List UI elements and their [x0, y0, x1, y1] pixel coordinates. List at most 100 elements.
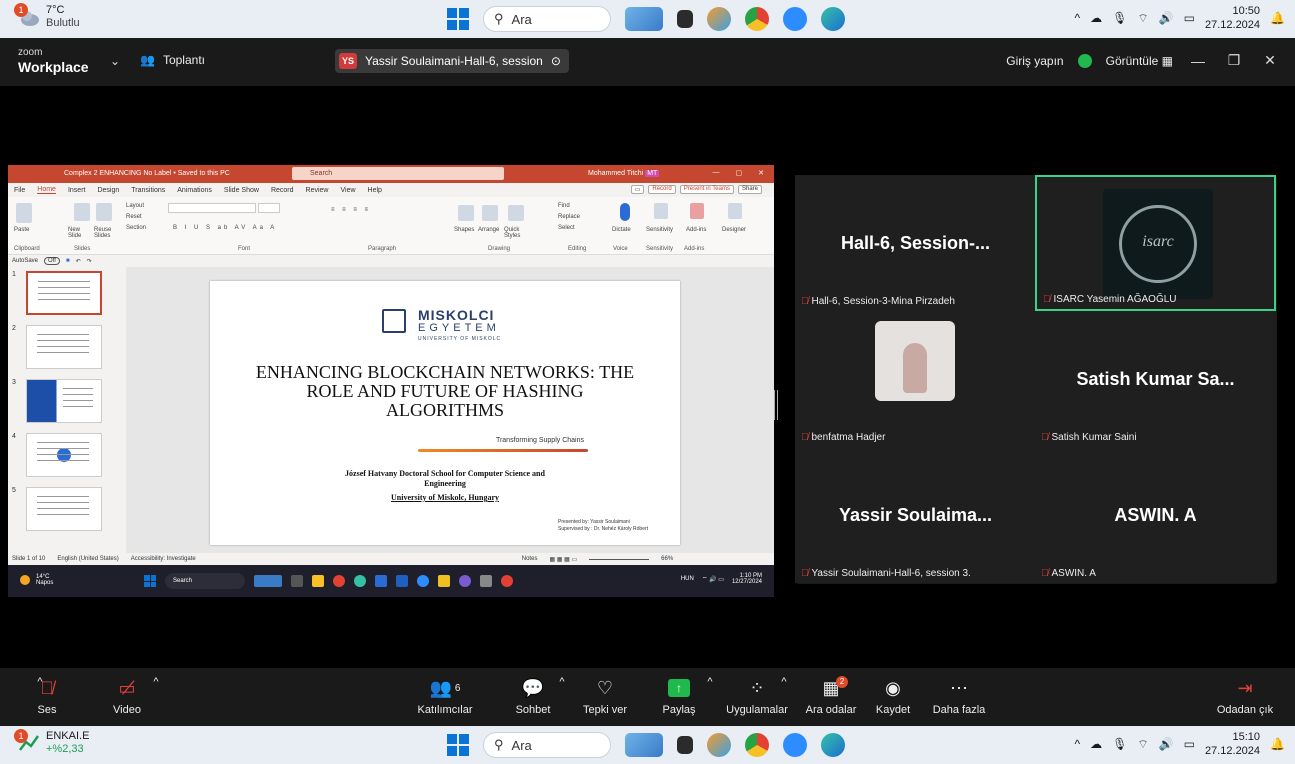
- battery-icon[interactable]: ▭: [1184, 737, 1195, 751]
- chevron-down-icon[interactable]: ⌄: [110, 54, 120, 68]
- notification-bell-icon[interactable]: 🔔: [1270, 11, 1285, 25]
- slide-thumbnail[interactable]: [26, 487, 102, 531]
- shared-app-icon[interactable]: [375, 575, 387, 587]
- pp-menu-file[interactable]: File: [14, 187, 25, 194]
- notification-bell-icon[interactable]: 🔔: [1270, 737, 1285, 751]
- view-buttons[interactable]: ▦ ▦ ▦ ▭: [549, 556, 577, 563]
- meeting-menu[interactable]: 👥 Toplantı: [140, 53, 205, 67]
- current-slide[interactable]: MISKOLCI EGYETEM UNIVERSITY OF MISKOLC E…: [210, 281, 680, 545]
- accessibility-status[interactable]: Accessibility: Investigate: [131, 556, 196, 562]
- taskbar-search[interactable]: ⚲ Ara: [483, 732, 611, 758]
- wifi-icon[interactable]: ⌔: [1137, 737, 1148, 752]
- restore-icon[interactable]: ❐: [1223, 52, 1245, 69]
- security-shield-icon[interactable]: [1077, 53, 1092, 68]
- windows-start-icon[interactable]: [447, 734, 469, 756]
- view-button[interactable]: Görüntüle ▦: [1106, 54, 1173, 68]
- participant-tile[interactable]: Hall-6, Session-... 🎙̸ Hall-6, Session-3-…: [795, 175, 1036, 311]
- quick-styles-icon[interactable]: [508, 205, 524, 221]
- participant-tile[interactable]: 🎙̸ benfatma Hadjer: [795, 311, 1036, 447]
- chevron-up-icon[interactable]: ^: [1075, 737, 1081, 751]
- widgets-app-icon[interactable]: [625, 7, 663, 31]
- redo-icon[interactable]: ↷: [87, 258, 92, 265]
- designer-icon[interactable]: [728, 203, 742, 219]
- pp-menu-help[interactable]: Help: [368, 187, 382, 194]
- pp-teams-button[interactable]: Present in Teams: [679, 185, 734, 194]
- pp-menu-record[interactable]: Record: [271, 187, 294, 194]
- shared-app-icon[interactable]: [312, 575, 324, 587]
- copilot-icon[interactable]: [707, 733, 731, 757]
- pp-menu-animations[interactable]: Animations: [177, 187, 212, 194]
- zoom-level[interactable]: 66%: [661, 556, 673, 562]
- pp-menu-design[interactable]: Design: [97, 187, 119, 194]
- pp-restore-icon[interactable]: ▢: [736, 169, 743, 177]
- chevron-up-icon[interactable]: ^: [1075, 11, 1081, 25]
- edge-icon[interactable]: [821, 733, 845, 757]
- pp-share-button[interactable]: Share: [737, 185, 762, 194]
- close-icon[interactable]: ✕: [1259, 52, 1281, 69]
- shared-app-icon[interactable]: [354, 575, 366, 587]
- reset-button[interactable]: Reset: [126, 214, 142, 220]
- clock[interactable]: 10:50 27.12.2024: [1205, 4, 1260, 32]
- shared-search[interactable]: Search: [165, 573, 245, 589]
- save-icon[interactable]: ■: [66, 258, 70, 264]
- shared-app-icon[interactable]: [254, 575, 282, 587]
- chrome-icon[interactable]: [745, 7, 769, 31]
- replace-button[interactable]: Replace: [558, 214, 580, 220]
- more-options-icon[interactable]: ⊙: [551, 54, 561, 68]
- pp-close-icon[interactable]: ✕: [758, 169, 764, 177]
- shared-app-icon[interactable]: [333, 575, 345, 587]
- slide-thumbnail[interactable]: [26, 271, 102, 315]
- zoom-app-icon[interactable]: [783, 7, 807, 31]
- undo-icon[interactable]: ↶: [76, 258, 81, 265]
- participant-tile[interactable]: Yassir Soulaima... 🎙̸ Yassir Soulaimani-H…: [795, 447, 1036, 583]
- pp-search-input[interactable]: Search: [292, 167, 504, 180]
- shared-tray-icons[interactable]: ⌔ 🔊 ▭: [702, 575, 724, 583]
- pp-minimize-icon[interactable]: —: [713, 169, 720, 177]
- audio-options-caret[interactable]: ^: [34, 676, 46, 688]
- pp-menu-view[interactable]: View: [340, 187, 355, 194]
- audio-button[interactable]: 🎙̸ Ses: [2, 676, 92, 717]
- splitter-handle[interactable]: [774, 390, 778, 420]
- clock[interactable]: 15:10 27.12.2024: [1205, 730, 1260, 758]
- pp-menu-transitions[interactable]: Transitions: [131, 187, 165, 194]
- shared-clock[interactable]: 1:10 PM 12/27/2024: [732, 573, 762, 585]
- pp-record-button[interactable]: Record: [648, 185, 676, 194]
- shared-app-icon[interactable]: [459, 575, 471, 587]
- weather-widget[interactable]: 1 7°C Bulutlu: [14, 3, 80, 30]
- select-button[interactable]: Select: [558, 225, 575, 231]
- slide-thumbnail[interactable]: [26, 325, 102, 369]
- minimize-icon[interactable]: —: [1187, 53, 1209, 69]
- find-button[interactable]: Find: [558, 203, 570, 209]
- task-view-icon[interactable]: [677, 736, 693, 754]
- stock-widget[interactable]: 1 ENKAI.E +%2,33: [14, 729, 89, 756]
- cloud-sync-icon[interactable]: ☁: [1090, 737, 1102, 751]
- new-slide-icon[interactable]: [74, 203, 90, 221]
- arrange-icon[interactable]: [482, 205, 498, 221]
- shared-app-icon[interactable]: [291, 575, 303, 587]
- taskbar-search[interactable]: ⚲ Ara: [483, 6, 611, 32]
- task-view-icon[interactable]: [677, 10, 693, 28]
- more-button[interactable]: ⋯ Daha fazla: [914, 676, 1004, 717]
- active-meeting-tab[interactable]: YS Yassir Soulaimani-Hall-6, session ⊙: [335, 49, 569, 73]
- participant-tile[interactable]: Satish Kumar Sa... 🎙̸ Satish Kumar Saini: [1035, 311, 1276, 447]
- autosave-toggle[interactable]: Off: [44, 257, 60, 265]
- wifi-icon[interactable]: ⌔: [1137, 11, 1148, 26]
- pp-menu-review[interactable]: Review: [306, 187, 329, 194]
- participant-tile[interactable]: ASWIN. A 🎙̸ ASWIN. A: [1035, 447, 1276, 583]
- sensitivity-icon[interactable]: [654, 203, 668, 219]
- zoom-slider[interactable]: [589, 558, 650, 560]
- slide-thumbnail[interactable]: [26, 433, 102, 477]
- signin-link[interactable]: Giriş yapın: [1006, 54, 1063, 68]
- shared-app-icon[interactable]: [417, 575, 429, 587]
- edge-icon[interactable]: [821, 7, 845, 31]
- chrome-icon[interactable]: [745, 733, 769, 757]
- shared-start-icon[interactable]: [144, 575, 156, 587]
- shapes-icon[interactable]: [458, 205, 474, 221]
- pp-comments-button[interactable]: ▭: [630, 185, 645, 194]
- windows-start-icon[interactable]: [447, 8, 469, 30]
- shared-app-icon[interactable]: [396, 575, 408, 587]
- speaker-icon[interactable]: 🔊: [1159, 11, 1174, 25]
- shared-app-icon[interactable]: [438, 575, 450, 587]
- pp-menu-slide-show[interactable]: Slide Show: [224, 187, 259, 194]
- reuse-slides-icon[interactable]: [96, 203, 112, 221]
